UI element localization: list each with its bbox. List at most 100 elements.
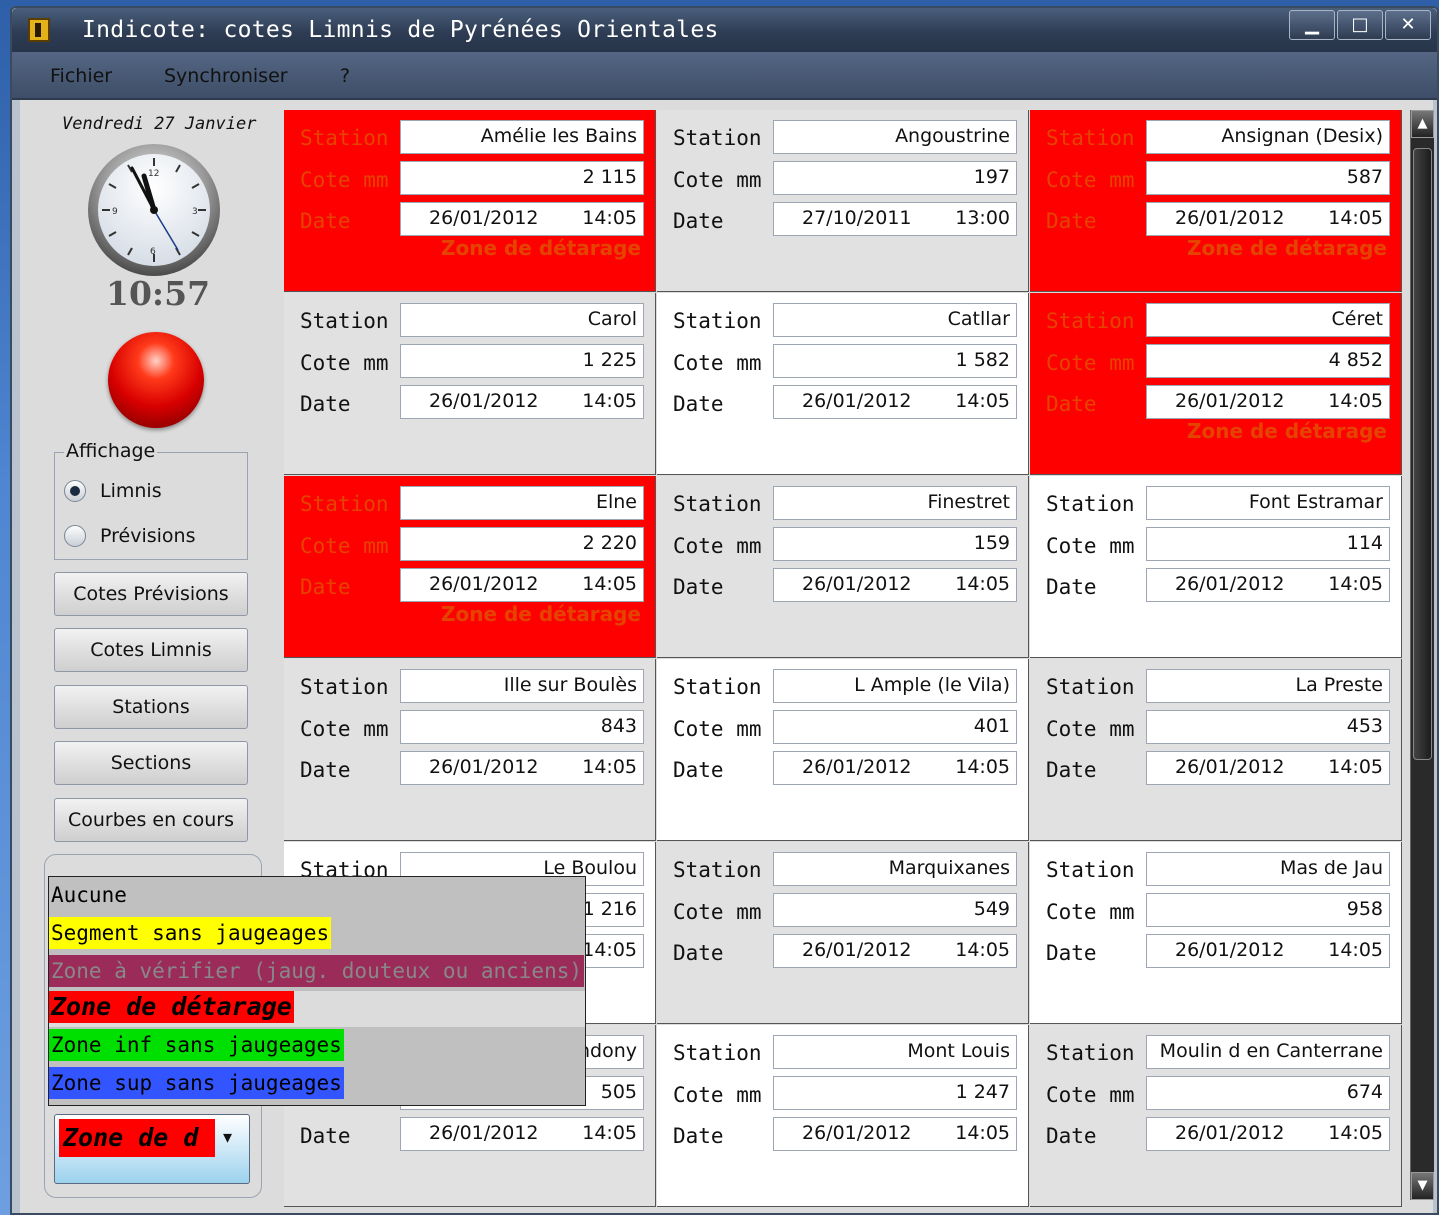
date-value: 26/01/2012 — [1175, 939, 1285, 961]
cote-field[interactable]: 159 — [773, 527, 1017, 561]
station-name-field[interactable]: Font Estramar — [1146, 486, 1390, 520]
date-field[interactable]: 26/01/2012 14:05 — [1146, 385, 1390, 419]
station-name-field[interactable]: Mont Louis — [773, 1035, 1017, 1069]
station-name-field[interactable]: Ille sur Boulès — [400, 669, 644, 703]
cote-field[interactable]: 114 — [1146, 527, 1390, 561]
station-name-field[interactable]: Catllar — [773, 303, 1017, 337]
cote-label: Cote mm — [673, 1083, 762, 1107]
dropdown-option-label: Aucune — [51, 883, 127, 907]
cote-field[interactable]: 2 220 — [400, 527, 644, 561]
cote-field[interactable]: 587 — [1146, 161, 1390, 195]
station-name-field[interactable]: Finestret — [773, 486, 1017, 520]
station-name: Font Estramar — [1248, 491, 1383, 513]
station-label: Station — [673, 675, 762, 699]
station-name-field[interactable]: La Preste — [1146, 669, 1390, 703]
cotes-limnis-button[interactable]: Cotes Limnis — [54, 628, 248, 672]
svg-text:9: 9 — [112, 207, 118, 217]
cote-field[interactable]: 197 — [773, 161, 1017, 195]
date-value: 26/01/2012 — [1175, 756, 1285, 778]
vertical-scrollbar[interactable]: ▲ ▼ — [1410, 110, 1434, 1200]
date-field[interactable]: 26/01/2012 14:05 — [400, 385, 644, 419]
date-field[interactable]: 26/01/2012 14:05 — [400, 202, 644, 236]
time-value: 14:05 — [1328, 207, 1383, 229]
dropdown-option[interactable]: Zone sup sans jaugeages — [49, 1067, 585, 1103]
station-card: Station Céret Cote mm 4 852 Date 26/01/2… — [1030, 293, 1402, 475]
cote-label: Cote mm — [1046, 534, 1135, 558]
minimize-icon[interactable]: ▁ — [1289, 10, 1335, 40]
date-label: Date — [1046, 392, 1097, 416]
date-field[interactable]: 26/01/2012 14:05 — [773, 1117, 1017, 1151]
date-label: Date — [1046, 941, 1097, 965]
cote-field[interactable]: 674 — [1146, 1076, 1390, 1110]
clock-icon: 12 3 6 9 — [88, 144, 220, 276]
date-field[interactable]: 26/01/2012 14:05 — [400, 568, 644, 602]
station-name: Catllar — [947, 308, 1010, 330]
cote-field[interactable]: 1 247 — [773, 1076, 1017, 1110]
station-name-field[interactable]: Mas de Jau — [1146, 852, 1390, 886]
date-field[interactable]: 26/01/2012 14:05 — [1146, 934, 1390, 968]
date-value: 26/01/2012 — [429, 207, 539, 229]
station-name-field[interactable]: Amélie les Bains — [400, 120, 644, 154]
dropdown-option[interactable]: Zone de détarage — [49, 991, 585, 1027]
chevron-down-icon[interactable]: ▾ — [223, 1127, 232, 1148]
cote-field[interactable]: 453 — [1146, 710, 1390, 744]
sections-button[interactable]: Sections — [54, 741, 248, 785]
station-name-field[interactable]: Moulin d en Canterrane — [1146, 1035, 1390, 1069]
menu-help[interactable]: ? — [340, 65, 350, 87]
date-field[interactable]: 26/01/2012 14:05 — [1146, 568, 1390, 602]
station-name: Marquixanes — [888, 857, 1010, 879]
cote-field[interactable]: 1 582 — [773, 344, 1017, 378]
cote-field[interactable]: 4 852 — [1146, 344, 1390, 378]
dropdown-option[interactable]: Aucune — [49, 879, 585, 915]
radio-limnis[interactable]: Limnis — [64, 480, 162, 502]
station-name-field[interactable]: Ansignan (Desix) — [1146, 120, 1390, 154]
cote-field[interactable]: 843 — [400, 710, 644, 744]
cote-value: 1 216 — [582, 898, 637, 920]
station-card: Station Finestret Cote mm 159 Date 26/01… — [657, 476, 1029, 658]
dropdown-option[interactable]: Segment sans jaugeages — [49, 917, 585, 953]
date-field[interactable]: 26/01/2012 14:05 — [773, 934, 1017, 968]
date-field[interactable]: 26/01/2012 14:05 — [773, 568, 1017, 602]
cote-field[interactable]: 549 — [773, 893, 1017, 927]
date-field[interactable]: 27/10/2011 13:00 — [773, 202, 1017, 236]
date-field[interactable]: 26/01/2012 14:05 — [400, 751, 644, 785]
maximize-icon[interactable]: □ — [1337, 10, 1383, 40]
station-name-field[interactable]: Marquixanes — [773, 852, 1017, 886]
menu-synchroniser[interactable]: Synchroniser — [164, 65, 288, 87]
station-name-field[interactable]: Angoustrine — [773, 120, 1017, 154]
cote-field[interactable]: 401 — [773, 710, 1017, 744]
station-name: Mas de Jau — [1279, 857, 1383, 879]
dropdown-option[interactable]: Zone inf sans jaugeages — [49, 1029, 585, 1065]
menu-fichier[interactable]: Fichier — [50, 65, 112, 87]
cote-value: 401 — [973, 715, 1010, 737]
date-field[interactable]: 26/01/2012 14:05 — [1146, 751, 1390, 785]
cote-label: Cote mm — [1046, 717, 1135, 741]
date-field[interactable]: 26/01/2012 14:05 — [1146, 202, 1390, 236]
dropdown-option[interactable]: Zone à vérifier (jaug. douteux ou ancien… — [49, 955, 585, 991]
zone-filter-combo[interactable]: Zone de d ▾ — [54, 1114, 250, 1184]
station-label: Station — [673, 309, 762, 333]
station-name-field[interactable]: L Ample (le Vila) — [773, 669, 1017, 703]
date-field[interactable]: 26/01/2012 14:05 — [773, 385, 1017, 419]
radio-previsions[interactable]: Prévisions — [64, 525, 195, 547]
radio-limnis-button[interactable] — [64, 480, 86, 502]
scroll-thumb[interactable] — [1413, 148, 1432, 760]
radio-previsions-button[interactable] — [64, 525, 86, 547]
courbes-en-cours-button[interactable]: Courbes en cours — [54, 798, 248, 842]
scroll-down-icon[interactable]: ▼ — [1411, 1172, 1434, 1200]
date-field[interactable]: 26/01/2012 14:05 — [400, 1117, 644, 1151]
station-name-field[interactable]: Céret — [1146, 303, 1390, 337]
date-field[interactable]: 26/01/2012 14:05 — [1146, 1117, 1390, 1151]
close-icon[interactable]: ✕ — [1385, 10, 1431, 40]
scroll-up-icon[interactable]: ▲ — [1411, 110, 1434, 138]
cote-field[interactable]: 2 115 — [400, 161, 644, 195]
cote-field[interactable]: 1 225 — [400, 344, 644, 378]
cotes-previsions-button[interactable]: Cotes Prévisions — [54, 572, 248, 616]
date-field[interactable]: 26/01/2012 14:05 — [773, 751, 1017, 785]
station-name-field[interactable]: Elne — [400, 486, 644, 520]
station-name-field[interactable]: Carol — [400, 303, 644, 337]
cote-label: Cote mm — [1046, 168, 1135, 192]
cote-field[interactable]: 958 — [1146, 893, 1390, 927]
cote-value: 587 — [1346, 166, 1383, 188]
stations-button[interactable]: Stations — [54, 685, 248, 729]
